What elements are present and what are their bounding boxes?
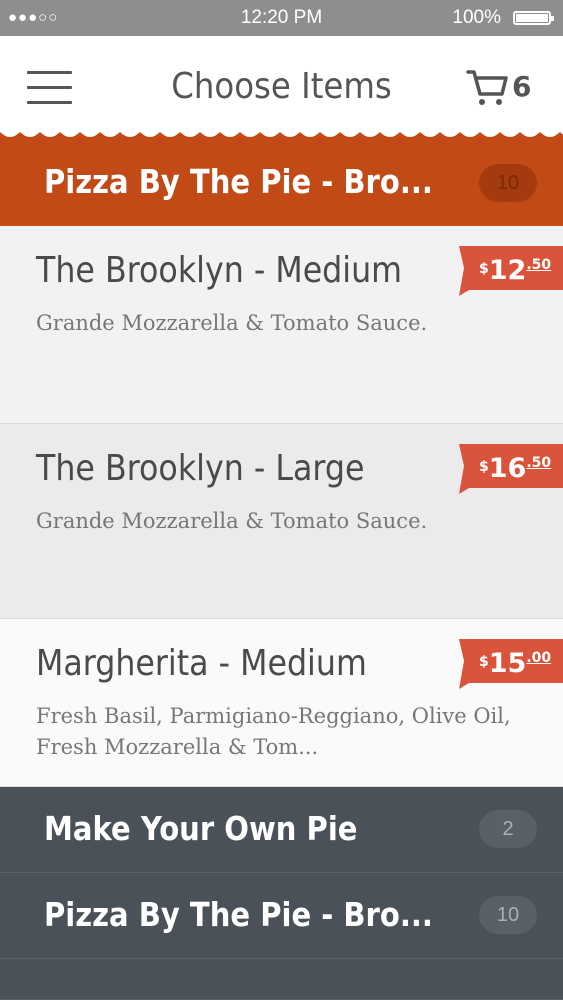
price-cents: .50 xyxy=(526,455,552,471)
battery-icon xyxy=(513,11,554,25)
app-header: Choose Items 6 xyxy=(0,36,563,140)
category-title: Pizza By The Pie - Bro... xyxy=(44,162,433,201)
category-make-your-own-pie[interactable]: Make Your Own Pie 2 xyxy=(0,787,563,873)
battery-percent: 100% xyxy=(452,7,501,28)
price-tag: $15.00 xyxy=(459,639,563,689)
price-tag: $16.50 xyxy=(459,444,563,494)
status-bar: ●●●○○ 12:20 PM 100% xyxy=(0,0,563,36)
price-dollars: 16 xyxy=(488,453,527,484)
menu-item-margherita-medium[interactable]: Margherita - Medium Fresh Basil, Parmigi… xyxy=(0,619,563,787)
item-name: The Brooklyn - Large xyxy=(36,448,365,489)
cart-button[interactable]: 6 xyxy=(466,68,536,108)
item-name: Margherita - Medium xyxy=(36,643,367,684)
item-description: Fresh Basil, Parmigiano-Reggiano, Olive … xyxy=(36,704,511,759)
category-count-badge: 2 xyxy=(479,810,537,848)
cart-count: 6 xyxy=(512,70,532,103)
menu-item-brooklyn-medium[interactable]: The Brooklyn - Medium Grande Mozzarella … xyxy=(0,226,563,424)
item-description: Grande Mozzarella & Tomato Sauce. xyxy=(36,311,428,335)
category-pizza-by-the-pie[interactable]: Pizza By The Pie - Bro... 10 xyxy=(0,873,563,959)
category-count-badge: 10 xyxy=(479,896,537,934)
category-more[interactable] xyxy=(0,959,563,1000)
category-header-active[interactable]: Pizza By The Pie - Bro... 10 xyxy=(0,140,563,226)
page-title: Choose Items xyxy=(171,66,392,107)
price-dollars: 15 xyxy=(488,648,527,679)
category-title: Make Your Own Pie xyxy=(44,809,358,848)
category-count-badge: 10 xyxy=(479,164,537,202)
price-tag: $12.50 xyxy=(459,246,563,296)
price-cents: .00 xyxy=(526,650,552,666)
item-name: The Brooklyn - Medium xyxy=(36,250,403,291)
price-dollars: 12 xyxy=(488,255,527,286)
price-cents: .50 xyxy=(526,257,552,273)
shopping-cart-icon xyxy=(466,70,508,105)
category-title: Pizza By The Pie - Bro... xyxy=(44,895,433,934)
menu-item-brooklyn-large[interactable]: The Brooklyn - Large Grande Mozzarella &… xyxy=(0,424,563,619)
item-description: Grande Mozzarella & Tomato Sauce. xyxy=(36,509,428,533)
